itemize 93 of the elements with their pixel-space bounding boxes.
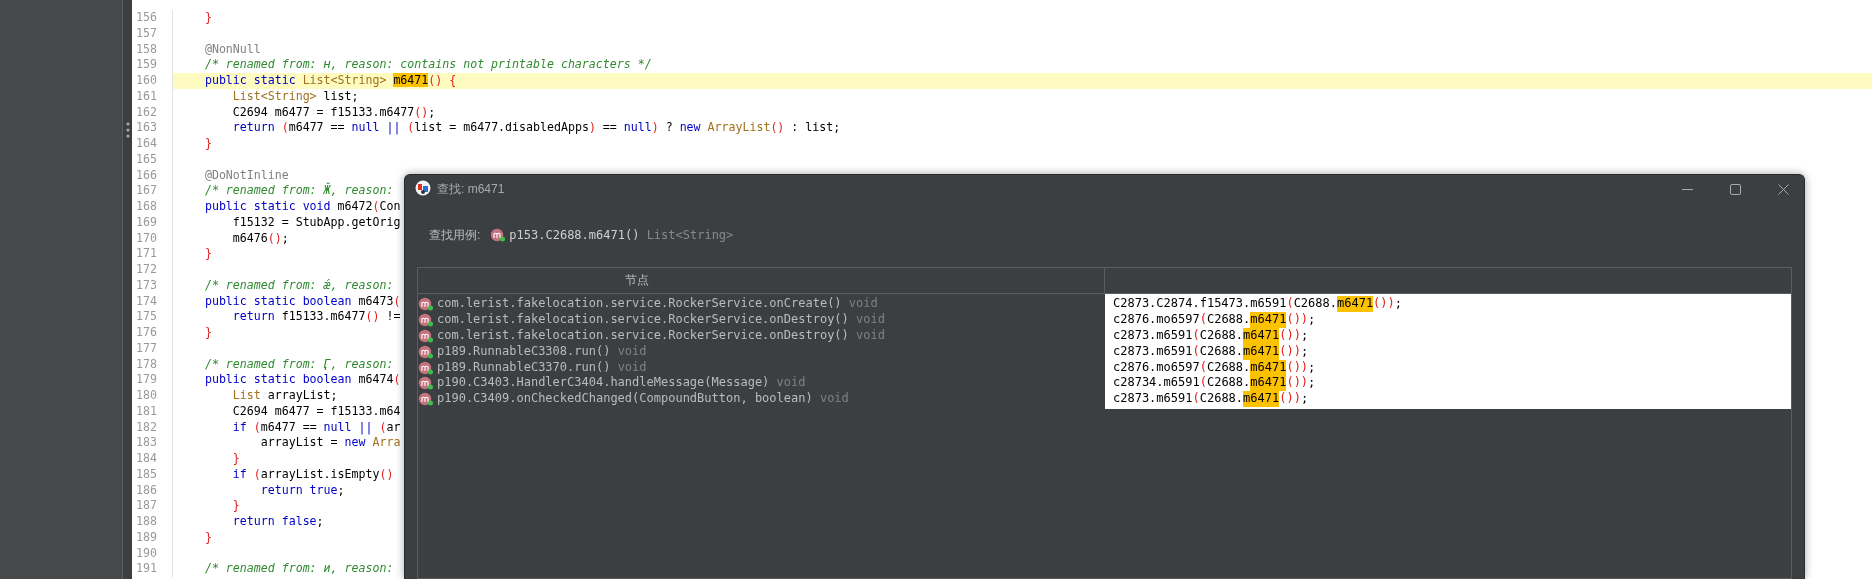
line-number: 191: [132, 561, 173, 577]
close-icon: [1777, 183, 1789, 195]
line-number: 166: [132, 167, 173, 184]
code-line: return f15133.m6477() !=: [231, 309, 401, 325]
code-line: public static boolean m6473(: [203, 293, 401, 310]
usage-item[interactable]: p190.C3409.onCheckedChanged(CompoundButton, boolean) void: [437, 391, 849, 408]
line-number: 157: [132, 25, 173, 42]
line-number: 177: [132, 340, 173, 357]
usage-item[interactable]: com.lerist.fakelocation.service.RockerService.onDestroy() void: [437, 311, 885, 328]
code-line: }: [203, 10, 212, 26]
line-number: 170: [132, 230, 173, 247]
line-number: 182: [132, 419, 173, 436]
line-number: 167: [132, 183, 173, 199]
code-line: /* renamed from: и, reason:: [203, 561, 394, 577]
code-line: @NonNull: [203, 41, 261, 58]
code-line: @DoNotInline: [203, 167, 289, 184]
line-number: 161: [132, 88, 173, 105]
usage-code-line: c2876.mo6597(C2688.m6471());: [1113, 359, 1317, 376]
line-number: 181: [132, 403, 173, 420]
line-number: 162: [132, 104, 173, 121]
code-line: if (arrayList.isEmpty(): [231, 466, 394, 483]
method-icon: [418, 392, 434, 407]
line-number: 176: [132, 325, 173, 341]
line-number: 180: [132, 388, 173, 404]
line-number: 164: [132, 136, 173, 152]
target-method: p153.C2688.m6471() List<String>: [509, 228, 734, 242]
method-icon: [418, 360, 434, 375]
code-line: /* renamed from: Ӌ, reason:: [203, 356, 394, 373]
method-icon: [418, 296, 434, 311]
line-number: 165: [132, 151, 173, 168]
find-label: 查找用例:: [429, 226, 481, 244]
code-line: C2694 m6477 = f15133.m6477();: [231, 104, 436, 121]
usage-item[interactable]: com.lerist.fakelocation.service.RockerService.onDestroy() void: [437, 327, 885, 344]
line-number: 174: [132, 293, 173, 310]
line-number: 183: [132, 435, 173, 451]
line-number: 159: [132, 57, 173, 73]
code-line: }: [231, 451, 240, 467]
maximize-icon: [1729, 183, 1741, 195]
code-line: }: [203, 325, 212, 341]
method-icon: [418, 312, 434, 327]
line-number: 184: [132, 451, 173, 467]
code-line: return false;: [231, 514, 324, 530]
line-number: 163: [132, 120, 173, 136]
line-number: 168: [132, 199, 173, 215]
code-line: public static void m6472(Con: [203, 199, 401, 215]
usage-item[interactable]: p189.RunnableC3308.run() void: [437, 343, 647, 360]
line-number: 187: [132, 498, 173, 514]
code-line: return true;: [259, 482, 345, 499]
code-line: }: [203, 246, 212, 262]
code-line: List arrayList;: [231, 388, 338, 404]
line-number: 188: [132, 514, 173, 530]
line-number: 156: [132, 10, 173, 26]
line-number: 175: [132, 309, 173, 325]
column-header[interactable]: 节点: [625, 272, 649, 289]
code-line: /* renamed from: ǽ, reason:: [203, 277, 394, 294]
line-number: 179: [132, 372, 173, 388]
method-icon: [418, 344, 434, 359]
code-line: /* renamed from: Ӂ, reason:: [203, 183, 394, 199]
code-line: if (m6477 == null || (ar: [231, 419, 401, 436]
usage-code-line: C2873.C2874.f15473.m6591(C2688.m6471());: [1113, 296, 1404, 312]
method-icon: [418, 376, 434, 391]
line-number: 173: [132, 277, 173, 294]
usage-code-line: c28734.m6591(C2688.m6471());: [1113, 375, 1317, 392]
usage-item[interactable]: p190.C3403.HandlerC3404.handleMessage(Message) void: [437, 375, 806, 392]
code-line: List<String> list;: [231, 88, 359, 105]
code-line: m6476();: [231, 230, 289, 247]
usage-item[interactable]: com.lerist.fakelocation.service.RockerService.onCreate() void: [437, 296, 878, 312]
minimize-icon: [1681, 188, 1693, 190]
code-line: C2694 m6477 = f15133.m64: [231, 403, 401, 420]
app-logo-icon: [415, 179, 431, 196]
line-number: 158: [132, 41, 173, 58]
code-line: arrayList = new Arra: [259, 435, 401, 451]
code-line: return (m6477 == null || (list = m6477.disabledApps) == null) ? new ArrayList() : list;: [231, 120, 841, 136]
line-number: 172: [132, 262, 173, 278]
code-line: public static boolean m6474(: [203, 372, 401, 388]
code-line: f15132 = StubApp.getOrig: [231, 214, 401, 231]
dialog-title: 查找: m6471: [437, 180, 506, 198]
method-icon: [490, 228, 507, 242]
line-number: 189: [132, 529, 173, 546]
usage-item[interactable]: p189.RunnableC3370.run() void: [437, 359, 647, 376]
line-number: 190: [132, 545, 173, 562]
code-line: /* renamed from: ʜ, reason: contains not printable characters */: [203, 57, 652, 73]
line-number: 186: [132, 482, 173, 499]
line-number: 171: [132, 246, 173, 262]
method-icon: [418, 328, 434, 343]
line-number: 169: [132, 214, 173, 231]
code-line: }: [203, 136, 212, 152]
line-number: 185: [132, 466, 173, 483]
drag-handle-icon[interactable]: [125, 122, 130, 138]
code-line: }: [203, 529, 212, 546]
line-number: 178: [132, 356, 173, 373]
code-line: }: [231, 498, 240, 514]
usage-code-line: c2876.mo6597(C2688.m6471());: [1113, 311, 1317, 328]
